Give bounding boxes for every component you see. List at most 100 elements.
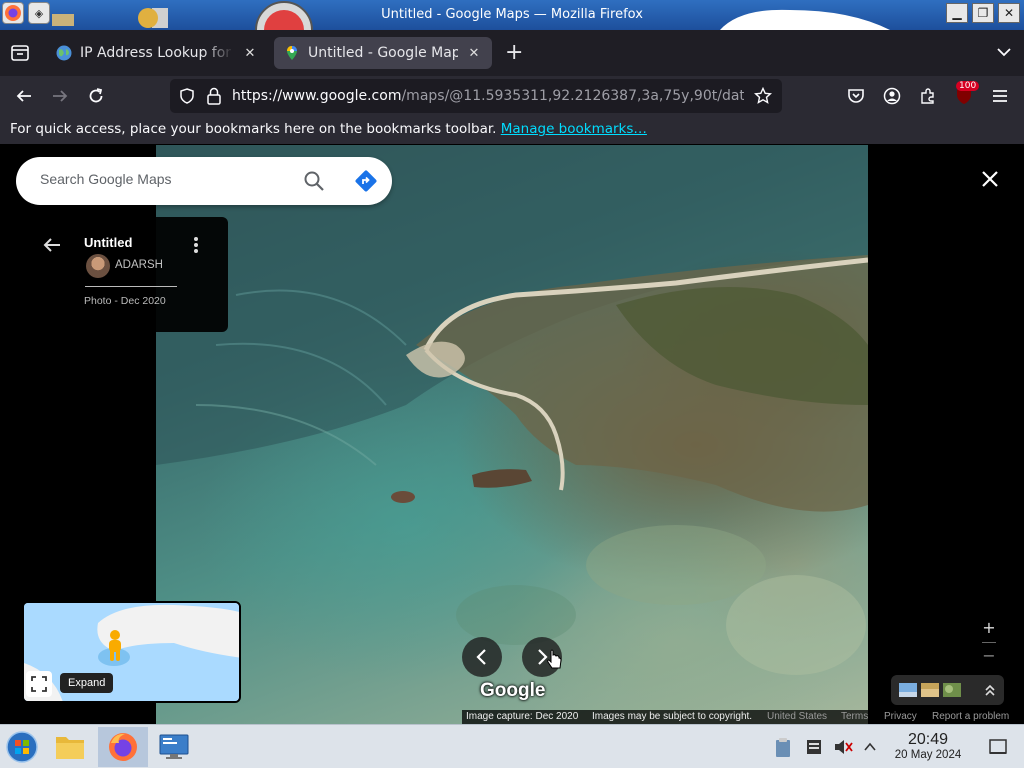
account-icon	[883, 87, 901, 105]
avatar[interactable]	[86, 254, 110, 278]
tab-label: IP Address Lookup for 14	[80, 45, 234, 61]
maps-page: Untitled ADARSH Photo - Dec 2020	[0, 145, 1024, 724]
back-arrow-icon[interactable]	[40, 233, 64, 257]
firefox-view-icon[interactable]	[10, 44, 30, 62]
clock[interactable]: 20:49 20 May 2024	[888, 731, 968, 762]
volume-muted-icon[interactable]	[833, 737, 853, 757]
star-bookmark-icon[interactable]	[754, 87, 772, 105]
reload-button[interactable]	[84, 84, 108, 108]
close-tab-button[interactable]: ✕	[242, 46, 258, 61]
zoom-divider	[982, 642, 996, 643]
search-input[interactable]	[40, 171, 290, 187]
country-label: United States	[767, 711, 828, 722]
close-window-button[interactable]: ✕	[998, 3, 1020, 23]
minimap[interactable]	[22, 601, 241, 703]
bookmarks-toolbar: For quick access, place your bookmarks h…	[0, 116, 1024, 144]
account-button[interactable]	[880, 84, 904, 108]
hamburger-menu-icon	[993, 90, 1007, 102]
clock-time: 20:49	[907, 731, 949, 748]
new-tab-button[interactable]: +	[505, 40, 523, 65]
chevron-double-up-icon[interactable]	[983, 682, 997, 698]
clock-date: 20 May 2024	[894, 749, 962, 761]
directions-icon[interactable]	[354, 169, 378, 193]
maps-footer: Image capture: Dec 2020 Images may be su…	[462, 710, 1024, 724]
thumbnail-image-icon[interactable]	[943, 683, 961, 697]
list-all-tabs-icon[interactable]	[996, 44, 1012, 60]
titlebar-decoration-right-icon	[720, 9, 890, 30]
aerial-photo-detail	[156, 145, 868, 675]
close-icon[interactable]	[976, 165, 1004, 193]
photo-thumbnails[interactable]	[891, 675, 1004, 705]
thumbnail-image-icon[interactable]	[899, 683, 917, 697]
copyright-notice: Images may be subject to copyright.	[592, 711, 753, 722]
taskbar-firefox[interactable]	[98, 727, 148, 767]
expand-icon	[31, 676, 47, 692]
tab-google-maps[interactable]: Untitled - Google Maps ✕	[274, 37, 492, 69]
url-domain: https://www.google.com	[232, 88, 402, 104]
expand-map-button[interactable]	[26, 671, 52, 697]
image-capture-date: Image capture: Dec 2020	[466, 711, 579, 722]
taskbar-system-settings[interactable]	[154, 727, 194, 767]
monitor-settings-icon	[159, 734, 189, 759]
url-text[interactable]: https://www.google.com/maps/@11.5935311,…	[232, 88, 744, 104]
reload-icon	[89, 88, 103, 103]
folder-icon	[56, 737, 84, 759]
back-button[interactable]	[12, 84, 36, 108]
maximize-button[interactable]: ❐	[972, 3, 994, 23]
photo-date: Photo - Dec 2020	[84, 295, 166, 307]
expand-tooltip: Expand	[60, 673, 114, 693]
manage-bookmarks-link[interactable]: Manage bookmarks…	[501, 121, 647, 137]
lock-icon[interactable]	[206, 87, 222, 105]
taskbar: 20:49 20 May 2024	[0, 724, 1024, 768]
photo-author[interactable]: ADARSH	[115, 259, 163, 271]
thumbnail-image-icon[interactable]	[921, 683, 939, 697]
zoom-in-button[interactable]: +	[980, 619, 998, 637]
puzzle-icon	[921, 88, 934, 104]
firefox-icon	[109, 733, 137, 761]
app-menu-button[interactable]	[988, 84, 1012, 108]
search-box	[16, 157, 392, 205]
tab-label: Untitled - Google Maps	[308, 45, 458, 61]
minimap-land	[24, 603, 239, 701]
maps-pin-icon	[287, 46, 297, 60]
show-desktop-icon[interactable]	[988, 737, 1008, 757]
report-problem-link[interactable]: Report a problem	[932, 711, 1009, 722]
globe-icon	[56, 45, 72, 61]
tab-strip: IP Address Lookup for 14 ✕ Untitled - Go…	[0, 30, 1024, 76]
taskbar-file-manager[interactable]	[50, 727, 90, 767]
forward-button[interactable]	[48, 84, 72, 108]
more-options-icon[interactable]	[188, 233, 204, 257]
chevron-left-icon	[476, 649, 486, 665]
shield-icon[interactable]	[179, 88, 195, 104]
pocket-button[interactable]	[844, 84, 868, 108]
url-path: /maps/@11.5935311,92.2126387,3a,75y,90t/…	[401, 88, 744, 104]
extensions-button[interactable]	[916, 84, 940, 108]
previous-photo-button[interactable]	[462, 637, 502, 677]
terms-link[interactable]: Terms	[841, 711, 868, 722]
navigation-bar: https://www.google.com/maps/@11.5935311,…	[0, 76, 1024, 116]
mouse-pointer-icon	[547, 649, 562, 669]
pocket-icon	[848, 89, 864, 103]
start-orb-icon	[6, 731, 38, 763]
tab-ip-lookup[interactable]: IP Address Lookup for 14 ✕	[46, 37, 268, 69]
photo-info-panel: Untitled ADARSH Photo - Dec 2020	[0, 217, 228, 332]
search-icon[interactable]	[302, 169, 326, 193]
notes-icon[interactable]	[805, 738, 823, 756]
photo-title: Untitled	[84, 235, 133, 250]
zoom-out-button[interactable]: −	[980, 647, 998, 665]
ublock-count-badge: 100	[956, 81, 980, 91]
minimize-button[interactable]: ▁	[946, 3, 968, 23]
forward-arrow-icon	[53, 90, 68, 102]
chevron-up-icon[interactable]	[862, 739, 878, 755]
clipboard-icon[interactable]	[774, 736, 792, 758]
google-logo: Google	[480, 680, 546, 701]
privacy-link[interactable]: Privacy	[884, 711, 917, 722]
back-arrow-icon	[16, 90, 31, 102]
pegman-icon[interactable]	[104, 629, 126, 663]
bookmarks-hint: For quick access, place your bookmarks h…	[10, 121, 497, 137]
divider	[85, 286, 177, 287]
street-view-photo[interactable]	[156, 145, 868, 724]
url-bar[interactable]: https://www.google.com/maps/@11.5935311,…	[170, 79, 782, 113]
start-menu-button[interactable]	[2, 727, 42, 767]
close-tab-button[interactable]: ✕	[466, 46, 482, 61]
